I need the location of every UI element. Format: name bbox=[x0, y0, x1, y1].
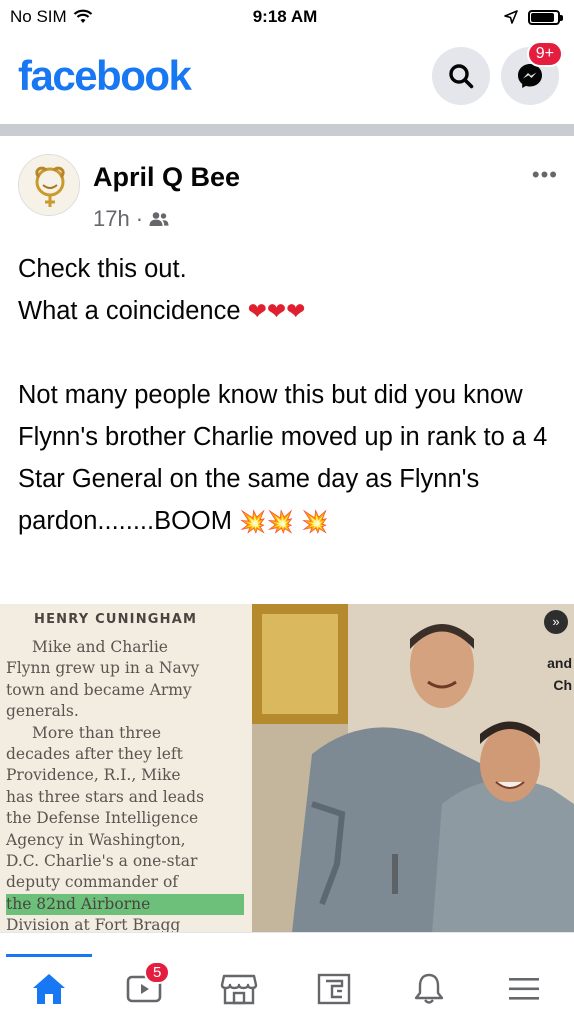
watch-badge: 5 bbox=[144, 961, 171, 984]
home-icon bbox=[33, 974, 65, 1004]
boom-emoji-trailing: 💥 bbox=[300, 509, 329, 534]
clipping-line: Flynn grew up in a Navy bbox=[6, 659, 200, 678]
clipping-line: town and became Army bbox=[6, 680, 192, 699]
wifi-icon bbox=[73, 9, 92, 23]
clipping-line: has three stars and leads bbox=[6, 787, 205, 806]
side-text-2: Ch bbox=[553, 677, 572, 693]
status-time: 9:18 AM bbox=[252, 7, 318, 26]
feed-post: April Q Bee 17h · ••• Check this out. Wh… bbox=[0, 136, 574, 932]
next-arrow-icon[interactable]: » bbox=[544, 610, 568, 634]
bottom-nav: 5 bbox=[0, 932, 574, 1024]
battery-icon bbox=[528, 9, 563, 25]
clipping-line: Providence, R.I., Mike bbox=[6, 766, 181, 785]
clipping-heading: HENRY CUNINGHAM bbox=[34, 612, 198, 627]
nav-notifications[interactable] bbox=[399, 967, 459, 1011]
clipping-line: More than three bbox=[32, 723, 162, 742]
friends-icon bbox=[149, 212, 169, 226]
post-author[interactable]: April Q Bee bbox=[93, 162, 240, 193]
clipping-line: the 82nd Airborne bbox=[6, 893, 244, 916]
clipping-line: deputy commander of bbox=[6, 873, 179, 892]
post-image[interactable]: HENRY CUNINGHAM Mike and Charlie Flynn gr… bbox=[0, 604, 574, 932]
menu-icon bbox=[509, 978, 539, 1000]
nav-pages[interactable] bbox=[304, 967, 364, 1011]
meta-separator: · bbox=[135, 206, 144, 231]
clipping-line: Division at Fort Bragg bbox=[6, 916, 181, 932]
post-blank-line bbox=[18, 332, 558, 374]
status-left: No SIM bbox=[10, 7, 160, 27]
post-meta: 17h · bbox=[93, 206, 169, 232]
feed-divider bbox=[0, 124, 574, 136]
status-right bbox=[410, 9, 563, 25]
avatar-image bbox=[19, 155, 79, 215]
clipping-line: Mike and Charlie bbox=[32, 638, 168, 656]
clipping-line: generals. bbox=[6, 702, 79, 721]
nav-menu[interactable] bbox=[494, 967, 554, 1011]
clipping-text: Mike and Charlie Flynn grew up in a Navy t… bbox=[6, 637, 244, 932]
app-header: facebook 9+ bbox=[0, 34, 574, 122]
store-icon bbox=[220, 974, 258, 1005]
status-bar: No SIM 9:18 AM bbox=[0, 0, 574, 34]
clipping-line: the Defense Intelligence bbox=[6, 809, 199, 828]
post-text-line1: Check this out. bbox=[18, 255, 187, 283]
messenger-button[interactable]: 9+ bbox=[501, 41, 563, 105]
search-button[interactable] bbox=[432, 47, 490, 105]
photo-side-text: and Ch bbox=[547, 652, 572, 696]
clipping-line: D.C. Charlie's a one-star bbox=[6, 852, 198, 871]
search-icon bbox=[449, 64, 474, 89]
boom-emojis: 💥💥 bbox=[239, 509, 294, 534]
clipping-line: decades after they left bbox=[6, 745, 183, 764]
nav-watch[interactable]: 5 bbox=[114, 961, 174, 1011]
post-text-line2: What a coincidence ❤❤❤ bbox=[18, 290, 558, 332]
carrier-label: No SIM bbox=[10, 7, 67, 26]
photo-illustration bbox=[252, 604, 574, 932]
post-more-button[interactable]: ••• bbox=[532, 162, 558, 188]
generals-photo: » and Ch bbox=[252, 604, 574, 932]
newspaper-clipping: HENRY CUNINGHAM Mike and Charlie Flynn gr… bbox=[0, 604, 252, 932]
location-icon bbox=[504, 10, 518, 24]
clipping-line: Agency in Washington, bbox=[6, 830, 186, 849]
avatar[interactable] bbox=[18, 154, 80, 216]
facebook-logo[interactable]: facebook bbox=[18, 52, 192, 100]
battery-fill bbox=[531, 12, 555, 22]
post-time[interactable]: 17h bbox=[93, 206, 130, 232]
heart-emojis: ❤❤❤ bbox=[247, 298, 306, 324]
pages-icon bbox=[317, 973, 351, 1005]
side-text-1: and bbox=[547, 655, 572, 671]
bell-icon bbox=[414, 973, 444, 1004]
post-body: Check this out. What a coincidence ❤❤❤ N… bbox=[18, 248, 558, 543]
nav-marketplace[interactable] bbox=[209, 967, 269, 1011]
nav-home[interactable] bbox=[19, 967, 79, 1011]
messenger-badge: 9+ bbox=[526, 41, 563, 67]
post-paragraph: Not many people know this but did you kn… bbox=[18, 374, 558, 543]
nav-active-indicator bbox=[6, 954, 92, 957]
post-text-line2-text: What a coincidence bbox=[18, 297, 241, 325]
